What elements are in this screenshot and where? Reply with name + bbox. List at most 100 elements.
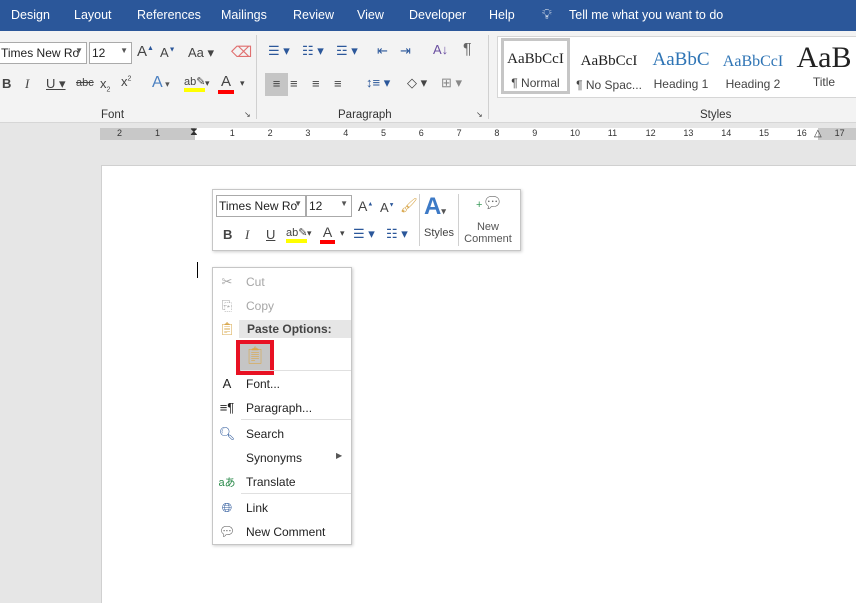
divider: [256, 35, 257, 119]
style-title[interactable]: AaB Title: [789, 43, 856, 99]
underline-icon[interactable]: U: [266, 227, 275, 242]
align-right-icon[interactable]: ≡: [312, 76, 320, 91]
font-dialog-launcher-icon[interactable]: ↘: [244, 110, 251, 119]
sort-icon[interactable]: A↓: [433, 42, 448, 57]
ribbon-tabs: Design Layout References Mailings Review…: [0, 0, 856, 31]
menu-item-translate[interactable]: aあ Translate: [213, 471, 351, 493]
tab-developer[interactable]: Developer: [409, 8, 466, 22]
menu-item-link[interactable]: 🌐︎ Link: [213, 497, 351, 519]
tab-review[interactable]: Review: [293, 8, 334, 22]
show-formatting-icon[interactable]: ¶: [463, 41, 472, 59]
increase-indent-icon[interactable]: ⇥: [400, 43, 411, 59]
chevron-down-icon: ▼: [75, 46, 83, 55]
align-left-icon[interactable]: ≡: [265, 73, 288, 96]
font-name-value: Times New Ro: [1, 46, 80, 60]
font-color-icon[interactable]: A: [218, 73, 234, 94]
menu-separator: [241, 370, 351, 371]
tab-help[interactable]: Help: [489, 8, 515, 22]
decrease-indent-icon[interactable]: ⇤: [377, 43, 388, 59]
chevron-down-icon[interactable]: ▾: [205, 78, 210, 89]
shrink-font-icon[interactable]: A▼: [380, 200, 395, 215]
text-effects-icon[interactable]: A ▾: [152, 74, 170, 92]
format-painter-icon[interactable]: 🖌︎: [400, 197, 418, 214]
ruler-label: 11: [607, 128, 618, 138]
style-name: Title: [812, 75, 836, 89]
style-heading-2[interactable]: AaBbCcI Heading 2: [717, 43, 789, 99]
menu-item-font[interactable]: A Font...: [213, 373, 351, 395]
submenu-arrow-icon: ▶: [336, 451, 343, 460]
style-name: ¶ No Spac...: [576, 78, 642, 92]
font-size-combo[interactable]: 12 ▼: [89, 42, 132, 64]
bold-icon[interactable]: B: [223, 227, 232, 242]
ruler-label: 3: [305, 128, 311, 138]
grow-font-icon[interactable]: A▲: [358, 198, 373, 214]
horizontal-ruler[interactable]: 2 1 ⧗ △ 1 2 3 4 5 6 7 8 9 10 11 12 13 14 15 16 17: [100, 126, 856, 140]
search-icon: 🔍︎: [218, 426, 236, 441]
bullets-icon[interactable]: ☰ ▾: [268, 43, 290, 59]
bullets-icon[interactable]: ☰ ▾: [353, 226, 375, 242]
chevron-down-icon[interactable]: ▾: [307, 228, 312, 239]
tab-mailings[interactable]: Mailings: [221, 8, 267, 22]
line-spacing-icon[interactable]: ↕≡ ▾: [366, 75, 390, 91]
menu-item-paragraph[interactable]: ≡¶ Paragraph...: [213, 397, 351, 419]
font-color-icon[interactable]: A: [320, 224, 335, 244]
tab-references[interactable]: References: [137, 8, 201, 22]
ruler-label: 6: [418, 128, 424, 138]
tab-design[interactable]: Design: [11, 8, 50, 22]
styles-icon[interactable]: A▾: [424, 193, 446, 221]
ruler-label: 2: [267, 128, 273, 138]
bold-icon[interactable]: B: [2, 76, 11, 91]
chevron-down-icon: ▼: [120, 46, 128, 55]
mini-font-name-combo[interactable]: Times New Ro ▼: [216, 195, 306, 217]
subscript-icon[interactable]: x2: [100, 76, 110, 94]
strikethrough-icon[interactable]: abc: [76, 77, 94, 89]
paragraph-dialog-launcher-icon[interactable]: ↘: [476, 110, 483, 119]
style-preview: AaBbCcI: [722, 53, 784, 70]
align-center-icon[interactable]: ≡: [290, 76, 298, 91]
italic-icon[interactable]: I: [25, 76, 29, 92]
menu-item-new-comment[interactable]: 💬︎ New Comment: [213, 521, 351, 543]
style-name: Heading 2: [725, 77, 781, 91]
chevron-down-icon[interactable]: ▾: [340, 228, 345, 239]
tab-layout[interactable]: Layout: [74, 8, 112, 22]
menu-label: Cut: [246, 275, 265, 289]
highlight-color-icon[interactable]: ab✎: [286, 226, 308, 243]
style-no-spacing[interactable]: AaBbCcI ¶ No Spac...: [573, 43, 645, 99]
italic-icon[interactable]: I: [245, 227, 249, 243]
numbering-icon[interactable]: ☷ ▾: [302, 43, 324, 59]
menu-item-copy[interactable]: ⎘ Copy: [213, 295, 351, 317]
font-size-value: 12: [309, 199, 323, 213]
menu-label: Paragraph...: [246, 401, 313, 415]
shading-icon[interactable]: ◇ ▾: [407, 75, 427, 91]
right-indent-marker-icon[interactable]: △: [814, 128, 822, 139]
menu-label: Link: [246, 501, 269, 515]
numbering-icon[interactable]: ☷ ▾: [386, 226, 408, 242]
chevron-down-icon: ▼: [340, 199, 348, 208]
justify-icon[interactable]: ≡: [334, 76, 342, 91]
superscript-icon[interactable]: x2: [121, 74, 131, 89]
menu-item-synonyms[interactable]: Synonyms ▶: [213, 447, 351, 469]
tab-view[interactable]: View: [357, 8, 384, 22]
mini-font-size-combo[interactable]: 12 ▼: [306, 195, 352, 217]
menu-item-search[interactable]: 🔍︎ Search: [213, 423, 351, 445]
shrink-font-icon[interactable]: A▼: [160, 45, 176, 60]
new-comment-button[interactable]: New Comment: [463, 221, 513, 245]
copy-icon: ⎘: [221, 298, 233, 313]
change-case-icon[interactable]: Aa ▾: [188, 45, 214, 61]
menu-item-cut[interactable]: ✂ Cut: [213, 271, 351, 293]
style-normal[interactable]: AaBbCcI ¶ Normal: [501, 38, 570, 94]
style-heading-1[interactable]: AaBbC Heading 1: [645, 43, 717, 99]
menu-separator: [241, 419, 351, 420]
ruler-label: 1: [155, 128, 161, 138]
indent-marker-icon[interactable]: ⧗: [190, 126, 198, 139]
font-name-combo[interactable]: Times New Ro ▼: [0, 42, 87, 64]
styles-button[interactable]: Styles: [424, 227, 454, 239]
multilevel-list-icon[interactable]: ☲ ▾: [336, 43, 358, 59]
clear-formatting-icon[interactable]: ⌫: [231, 43, 252, 61]
borders-icon[interactable]: ⊞ ▾: [441, 75, 462, 91]
underline-icon[interactable]: U ▾: [46, 76, 66, 92]
highlight-color-icon[interactable]: ab✎: [184, 75, 206, 92]
chevron-down-icon[interactable]: ▾: [240, 78, 245, 89]
tell-me-search[interactable]: Tell me what you want to do: [569, 8, 723, 22]
grow-font-icon[interactable]: A▲: [137, 43, 154, 60]
